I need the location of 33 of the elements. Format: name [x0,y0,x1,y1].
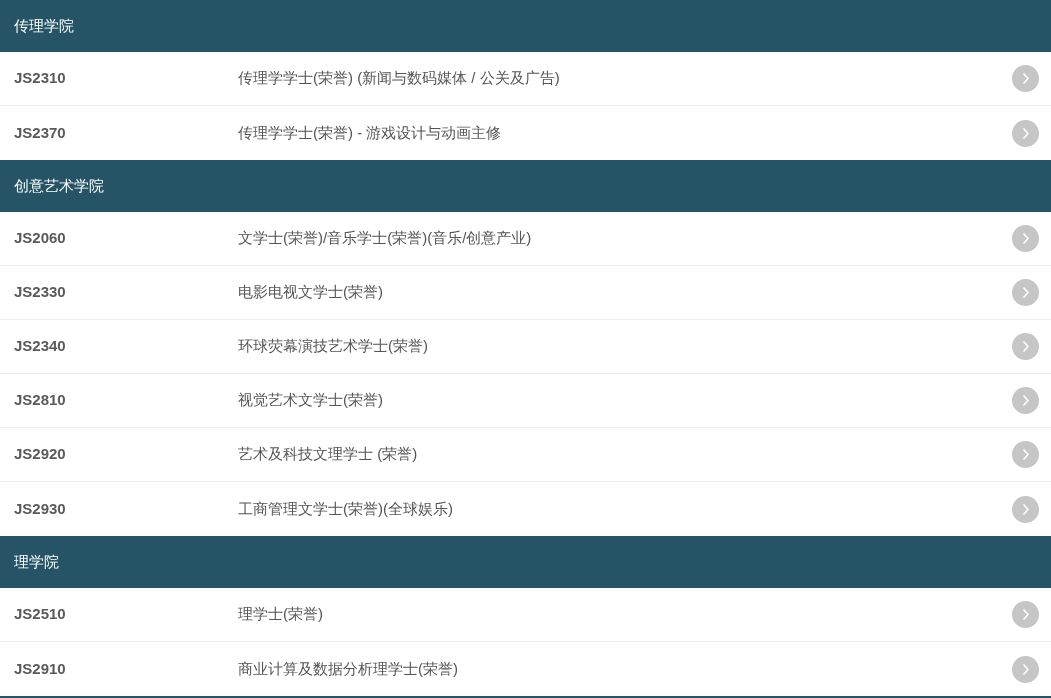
programme-name: 视觉艺术文学士(荣誉) [238,390,384,411]
chevron-right-icon[interactable] [1012,441,1039,468]
programme-code: JS2330 [14,282,67,303]
programme-code: JS2910 [14,658,67,679]
chevron-right-icon[interactable] [1012,387,1039,414]
programme-name: 工商管理文学士(荣誉)(全球娱乐) [238,498,454,519]
programme-name: 环球荧幕演技艺术学士(荣誉) [238,336,429,357]
programme-code: JS2510 [14,604,67,625]
chevron-right-icon[interactable] [1012,601,1039,628]
programme-name: 电影电视文学士(荣誉) [238,282,384,303]
programme-name: 传理学学士(荣誉) (新闻与数码媒体 / 公关及广告) [238,68,561,89]
section-title: 理学院 [14,551,59,572]
programme-name: 传理学学士(荣誉) - 游戏设计与动画主修 [238,122,503,143]
chevron-right-icon[interactable] [1012,495,1039,523]
programme-code: JS2060 [14,228,67,249]
chevron-right-icon[interactable] [1012,333,1039,360]
section-title: 创意艺术学院 [14,175,104,196]
chevron-right-icon[interactable] [1012,65,1039,92]
chevron-right-icon[interactable] [1012,279,1039,306]
programme-code: JS2920 [14,444,67,465]
programme-name: 理学士(荣誉) [238,604,324,625]
chevron-right-icon[interactable] [1012,225,1039,252]
chevron-right-icon[interactable] [1012,655,1039,683]
section-title: 传理学院 [14,15,74,36]
programme-name: 艺术及科技文理学士 (荣誉) [238,444,419,465]
programme-code: JS2310 [14,68,67,89]
chevron-right-icon[interactable] [1012,119,1039,147]
programme-code: JS2340 [14,336,67,357]
programme-code: JS2370 [14,122,67,143]
programme-name: 文学士(荣誉)/音乐学士(荣誉)(音乐/创意产业) [238,228,533,249]
programme-code: JS2930 [14,498,67,519]
programme-name: 商业计算及数据分析理学士(荣誉) [238,658,459,679]
programme-code: JS2810 [14,390,67,411]
